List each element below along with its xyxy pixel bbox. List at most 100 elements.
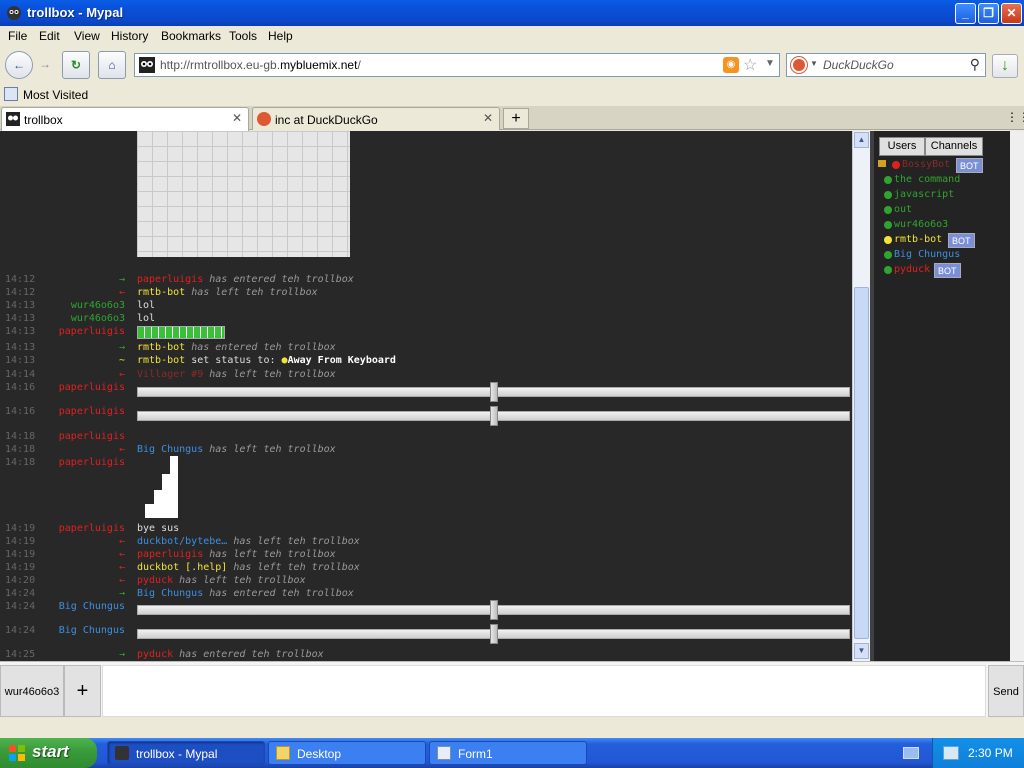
message-nick[interactable]: paperluigis [59, 431, 125, 442]
chat-message: 14:13 ~ rmtb-bot set status to: ●Away Fr… [0, 355, 852, 368]
bookmark-star-icon[interactable]: ☆ [743, 55, 757, 75]
menu-history[interactable]: History [111, 29, 148, 43]
downloads-button[interactable]: ↓ [992, 54, 1018, 78]
bot-badge: BOT [934, 263, 961, 278]
url-dropdown-icon[interactable]: ▼ [765, 58, 775, 69]
task-form1[interactable]: Form1 [429, 741, 587, 765]
slider-knob[interactable] [489, 600, 498, 620]
search-icon[interactable]: ⚲ [970, 56, 980, 73]
message-nick[interactable]: rmtb-bot [137, 355, 185, 366]
chat-scrollbar[interactable]: ▲ ▼ [852, 131, 870, 661]
message-nick[interactable]: paperluigis [59, 457, 125, 468]
tab-close-icon[interactable]: ✕ [483, 111, 493, 125]
message-nick[interactable]: rmtb-bot [137, 342, 185, 353]
tab-users[interactable]: Users [879, 137, 925, 156]
tab-label: inc at DuckDuckGo [275, 113, 378, 127]
scroll-up-icon[interactable]: ▲ [854, 132, 869, 148]
nickname-button[interactable]: wur46o6o3 [0, 665, 64, 717]
user-item[interactable]: pyduck BOT [882, 263, 1012, 278]
message-nick[interactable]: Big Chungus [137, 588, 203, 599]
attach-plus-button[interactable]: + [64, 665, 101, 717]
windows-logo-icon [9, 745, 25, 761]
tab-list-icon[interactable]: ⋮⋮ [1006, 110, 1024, 124]
menu-tools[interactable]: Tools [229, 29, 257, 43]
menu-help[interactable]: Help [268, 29, 293, 43]
message-time: 14:19 [5, 536, 36, 547]
most-visited-bookmark[interactable]: Most Visited [23, 88, 88, 102]
user-item[interactable]: Big Chungus [882, 249, 1012, 263]
user-item[interactable]: wur46o6o3 [882, 219, 1012, 233]
user-name: pyduck [894, 264, 931, 275]
duckduckgo-icon[interactable] [791, 57, 807, 73]
network-icon[interactable] [943, 746, 959, 760]
message-nick[interactable]: paperluigis [59, 523, 125, 534]
message-input[interactable] [102, 665, 986, 717]
tab-trollbox[interactable]: trollbox ✕ [1, 107, 249, 131]
scroll-down-icon[interactable]: ▼ [854, 643, 869, 659]
chat-message: 14:25 → pyduck has entered teh trollbox [0, 649, 852, 661]
message-nick[interactable]: paperluigis [59, 382, 125, 393]
message-nick[interactable]: Big Chungus [59, 625, 125, 636]
message-nick[interactable]: paperluigis [59, 406, 125, 417]
page-scrollbar[interactable] [1010, 131, 1024, 661]
user-item[interactable]: the command [882, 174, 1012, 188]
slider-knob[interactable] [489, 382, 498, 402]
back-button[interactable]: ← [5, 51, 33, 79]
tab-channels[interactable]: Channels [925, 137, 983, 156]
message-nick[interactable]: paperluigis [137, 549, 203, 560]
message-nick[interactable]: pyduck [137, 649, 173, 660]
scroll-thumb[interactable] [854, 287, 869, 639]
menu-view[interactable]: View [74, 29, 100, 43]
slider-knob[interactable] [489, 406, 498, 426]
range-slider[interactable] [137, 624, 850, 644]
search-engine-dropdown-icon[interactable]: ▼ [810, 59, 818, 68]
message-nick[interactable]: duckbot/bytebe… [137, 536, 227, 547]
keyboard-layout-icon[interactable] [903, 747, 919, 759]
chat-log[interactable]: 14:12 → paperluigis has entered teh trol… [0, 131, 852, 661]
send-button[interactable]: Send [988, 665, 1024, 717]
menu-edit[interactable]: Edit [39, 29, 60, 43]
windows-taskbar: start trollbox - Mypal Desktop Form1 2:3… [0, 738, 1024, 768]
chat-message: 14:12 → paperluigis has entered teh trol… [0, 274, 852, 287]
menu-bookmarks[interactable]: Bookmarks [161, 29, 221, 43]
close-button[interactable]: ✕ [1001, 3, 1022, 24]
message-nick[interactable]: wur46o6o3 [71, 300, 125, 311]
minimize-button[interactable]: _ [955, 3, 976, 24]
search-box[interactable]: ▼ DuckDuckGo ⚲ [786, 53, 986, 77]
menu-file[interactable]: File [8, 29, 27, 43]
rss-feed-icon[interactable]: ◉ [723, 57, 739, 73]
tab-close-icon[interactable]: ✕ [232, 111, 242, 125]
message-nick[interactable]: Villager #9 [137, 369, 203, 380]
task-desktop[interactable]: Desktop [268, 741, 426, 765]
message-nick[interactable]: rmtb-bot [137, 287, 185, 298]
range-slider[interactable] [137, 600, 850, 620]
message-nick[interactable]: paperluigis [59, 326, 125, 337]
user-item[interactable]: BossyBot BOT [878, 158, 1008, 173]
tab-duckduckgo[interactable]: inc at DuckDuckGo ✕ [252, 107, 500, 130]
chat-message: 14:19 ← duckbot [.help] has left teh tro… [0, 562, 852, 575]
start-button[interactable]: start [0, 738, 97, 768]
message-nick[interactable]: wur46o6o3 [71, 313, 125, 324]
user-item[interactable]: rmtb-bot BOT [882, 233, 1012, 248]
restore-button[interactable]: ❐ [978, 3, 999, 24]
home-button[interactable]: ⌂ [98, 51, 126, 79]
slider-knob[interactable] [489, 624, 498, 644]
message-nick[interactable]: pyduck [137, 575, 173, 586]
message-nick[interactable]: paperluigis [137, 274, 203, 285]
task-trollbox[interactable]: trollbox - Mypal [107, 741, 265, 765]
user-item[interactable]: out [882, 204, 1012, 218]
message-nick[interactable]: duckbot [.help] [137, 562, 227, 573]
tray-clock[interactable]: 2:30 PM [968, 746, 1013, 760]
window-titlebar[interactable]: trollbox - Mypal _ ❐ ✕ [0, 0, 1024, 26]
message-nick[interactable]: Big Chungus [137, 444, 203, 455]
reload-button[interactable]: ↻ [62, 51, 90, 79]
forward-button[interactable]: → [34, 51, 56, 79]
range-slider[interactable] [137, 382, 850, 402]
url-bar[interactable]: http://rmtrollbox.eu-gb.mybluemix.net/ ◉… [134, 53, 780, 77]
new-tab-button[interactable]: + [503, 108, 529, 129]
task-label: trollbox - Mypal [136, 747, 218, 761]
message-nick[interactable]: Big Chungus [59, 601, 125, 612]
range-slider[interactable] [137, 406, 850, 426]
user-item[interactable]: javascript [882, 189, 1012, 203]
duckduckgo-favicon-icon [257, 112, 271, 126]
